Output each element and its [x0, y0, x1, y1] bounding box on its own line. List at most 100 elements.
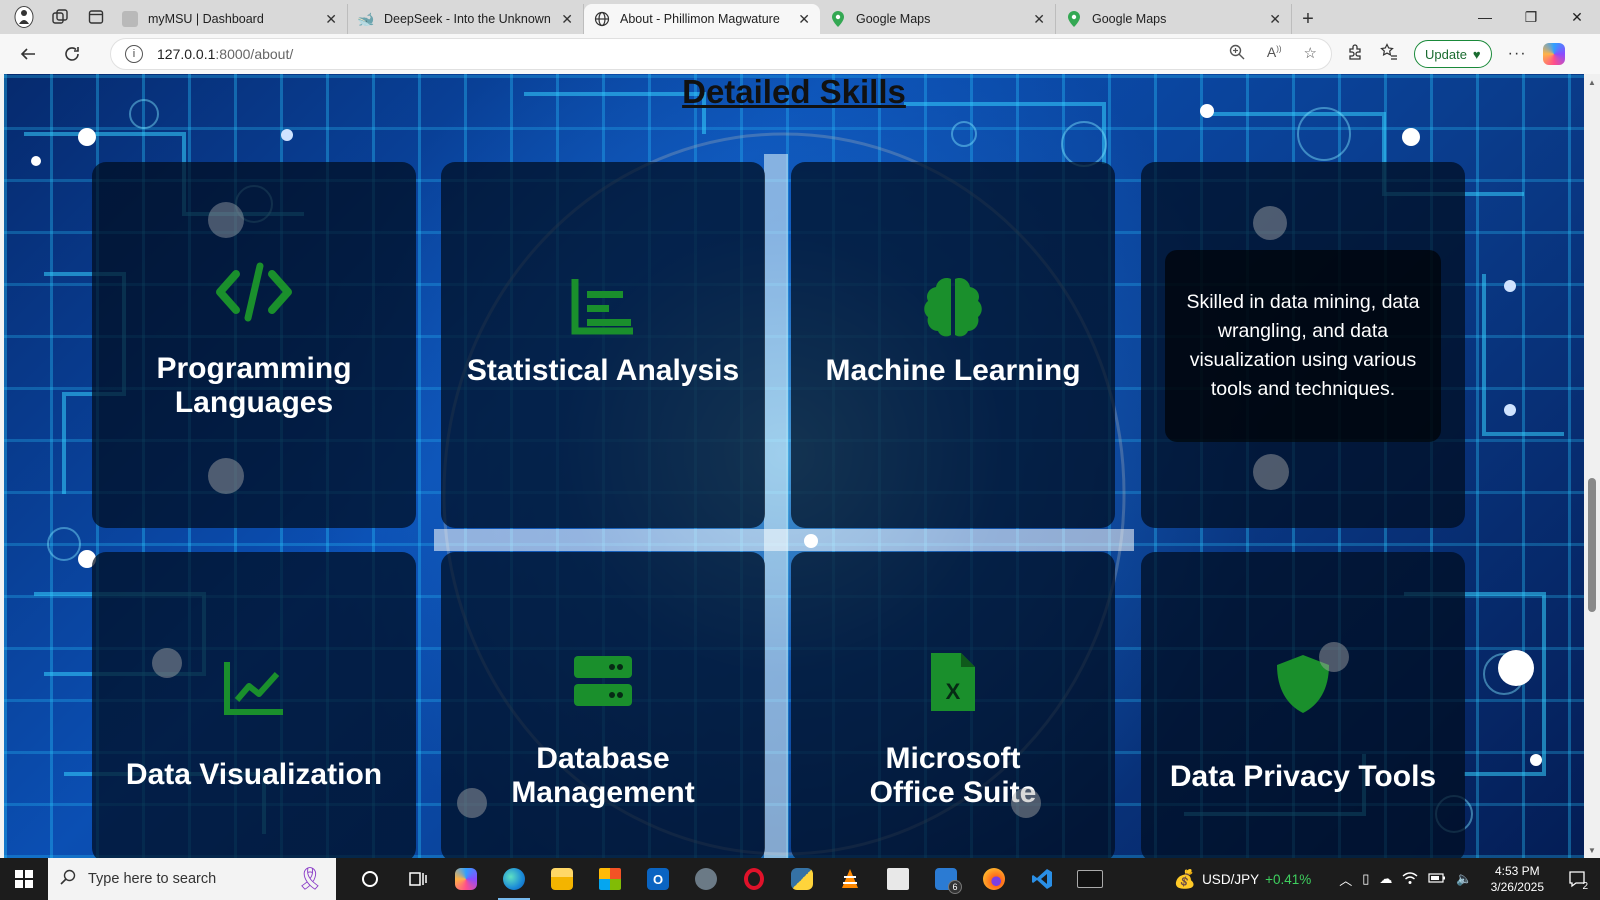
particle-dot: [208, 458, 244, 494]
cortana-icon[interactable]: [346, 858, 394, 900]
close-tab-icon[interactable]: ✕: [1269, 11, 1281, 28]
refresh-button[interactable]: [54, 38, 90, 70]
notification-center-icon[interactable]: 2: [1562, 858, 1592, 900]
particle-dot: [1504, 404, 1516, 416]
remote-app-icon[interactable]: 6: [922, 858, 970, 900]
back-button[interactable]: [10, 38, 46, 70]
stock-ticker[interactable]: 💰 USD/JPY +0.41%: [1174, 869, 1312, 890]
close-tab-icon[interactable]: ✕: [325, 11, 337, 28]
app-badge: 6: [948, 880, 962, 894]
particle-dot: [1011, 788, 1041, 818]
microsoft-store-icon[interactable]: [586, 858, 634, 900]
chevron-up-icon[interactable]: ︿: [1339, 870, 1352, 889]
browser-tab-strip: myMSU | Dashboard ✕ 🐋 DeepSeek - Into th…: [0, 0, 1600, 34]
file-explorer-icon[interactable]: [538, 858, 586, 900]
extensions-icon[interactable]: [1346, 43, 1364, 66]
start-button[interactable]: [0, 858, 48, 900]
chart-bar-icon: [563, 266, 643, 346]
skill-label: Programming Languages: [156, 352, 352, 419]
vscode-icon[interactable]: [1018, 858, 1066, 900]
zoom-icon[interactable]: [1229, 44, 1245, 64]
phone-link-icon[interactable]: ▯: [1362, 871, 1369, 887]
favorites-icon[interactable]: [1380, 42, 1398, 66]
clock-date: 3/26/2025: [1490, 880, 1544, 894]
edge-browser-icon[interactable]: [490, 858, 538, 900]
close-window-icon[interactable]: ✕: [1554, 0, 1600, 34]
particle-dot: [281, 129, 293, 141]
document-app-icon[interactable]: [874, 858, 922, 900]
terminal-icon[interactable]: [1066, 858, 1114, 900]
settings-tools-icon[interactable]: [682, 858, 730, 900]
system-clock[interactable]: 4:53 PM 3/26/2025: [1491, 863, 1544, 895]
scroll-up-icon[interactable]: ▲: [1584, 74, 1600, 90]
particle-dot: [457, 788, 487, 818]
tab-about[interactable]: About - Phillimon Magwature ✕: [584, 4, 820, 34]
more-menu-icon[interactable]: ···: [1508, 45, 1527, 63]
site-info-icon[interactable]: i: [125, 45, 143, 63]
ticker-change: +0.41%: [1265, 871, 1312, 887]
tab-actions-icon[interactable]: [80, 1, 112, 33]
copilot-taskbar-icon[interactable]: [442, 858, 490, 900]
search-icon: [60, 869, 76, 889]
windows-taskbar: Type here to search 🎗 O 6 💰 USD/JPY +0.4…: [0, 858, 1600, 900]
opera-icon[interactable]: [730, 858, 778, 900]
close-tab-icon[interactable]: ✕: [798, 11, 810, 28]
url-host: 127.0.0.1: [157, 46, 216, 62]
skill-card-programming: Programming Languages: [92, 162, 416, 528]
outlook-icon[interactable]: O: [634, 858, 682, 900]
battery-icon[interactable]: [1428, 872, 1446, 887]
python-icon[interactable]: [778, 858, 826, 900]
tab-title: myMSU | Dashboard: [148, 12, 264, 26]
update-heart-icon: ♥: [1472, 46, 1481, 62]
skill-label: Data Privacy Tools: [1169, 760, 1437, 793]
scroll-thumb[interactable]: [1588, 478, 1596, 612]
tab-google-maps-2[interactable]: Google Maps ✕: [1056, 4, 1292, 34]
onedrive-icon[interactable]: ☁: [1379, 871, 1392, 887]
tab-google-maps-1[interactable]: Google Maps ✕: [820, 4, 1056, 34]
vlc-icon[interactable]: [826, 858, 874, 900]
scroll-down-icon[interactable]: ▼: [1584, 842, 1600, 858]
firefox-icon[interactable]: [970, 858, 1018, 900]
read-aloud-icon[interactable]: A)): [1267, 44, 1282, 64]
url-path: :8000/about/: [215, 46, 294, 62]
notification-count: 2: [1582, 881, 1588, 892]
taskbar-search[interactable]: Type here to search 🎗: [48, 858, 336, 900]
server-icon: [563, 642, 643, 722]
particle-dot: [1504, 280, 1516, 292]
page-scrollbar[interactable]: ▲ ▼: [1584, 74, 1600, 858]
clock-time: 4:53 PM: [1494, 864, 1540, 878]
copilot-icon[interactable]: [1542, 43, 1565, 65]
system-tray: 💰 USD/JPY +0.41% ︿ ▯ ☁ 🔈 4:53 PM 3/26/20…: [1174, 858, 1600, 900]
workspaces-icon[interactable]: [44, 1, 76, 33]
particle-dot: [804, 534, 818, 548]
restore-icon[interactable]: ❐: [1508, 0, 1554, 34]
task-view-icon[interactable]: [394, 858, 442, 900]
update-button[interactable]: Update ♥: [1414, 40, 1492, 68]
tab-deepseek[interactable]: 🐋 DeepSeek - Into the Unknown ✕: [348, 4, 584, 34]
volume-icon[interactable]: 🔈: [1456, 871, 1472, 887]
line-chart-icon: [214, 648, 294, 728]
brain-icon: [913, 266, 993, 346]
favorite-star-icon[interactable]: ☆: [1304, 44, 1317, 64]
profile-avatar-icon[interactable]: [8, 1, 40, 33]
code-icon: [214, 252, 294, 332]
globe-icon: [594, 11, 610, 27]
maps-pin-icon: [830, 11, 846, 27]
close-tab-icon[interactable]: ✕: [1033, 11, 1045, 28]
close-tab-icon[interactable]: ✕: [561, 11, 573, 28]
skill-label: Database Management: [511, 742, 695, 809]
browser-toolbar: i 127.0.0.1:8000/about/ A)) ☆ Update ♥ ·…: [0, 34, 1600, 74]
address-bar[interactable]: i 127.0.0.1:8000/about/ A)) ☆: [110, 38, 1332, 70]
skill-card-privacy: Data Privacy Tools: [1141, 552, 1465, 858]
skill-card-data-visualization: Data Visualization: [92, 552, 416, 858]
minimize-icon[interactable]: —: [1462, 0, 1508, 34]
particle-dot: [1498, 650, 1534, 686]
wifi-icon[interactable]: [1402, 871, 1418, 888]
page-title: Detailed Skills: [682, 74, 906, 110]
tab-mymsu[interactable]: myMSU | Dashboard ✕: [112, 4, 348, 34]
particle-dot: [1253, 454, 1289, 490]
particle-dot: [78, 128, 96, 146]
skill-card-ms-office: X Microsoft Office Suite: [791, 552, 1115, 858]
new-tab-button[interactable]: +: [1292, 4, 1324, 34]
skill-label: Statistical Analysis: [466, 354, 740, 387]
